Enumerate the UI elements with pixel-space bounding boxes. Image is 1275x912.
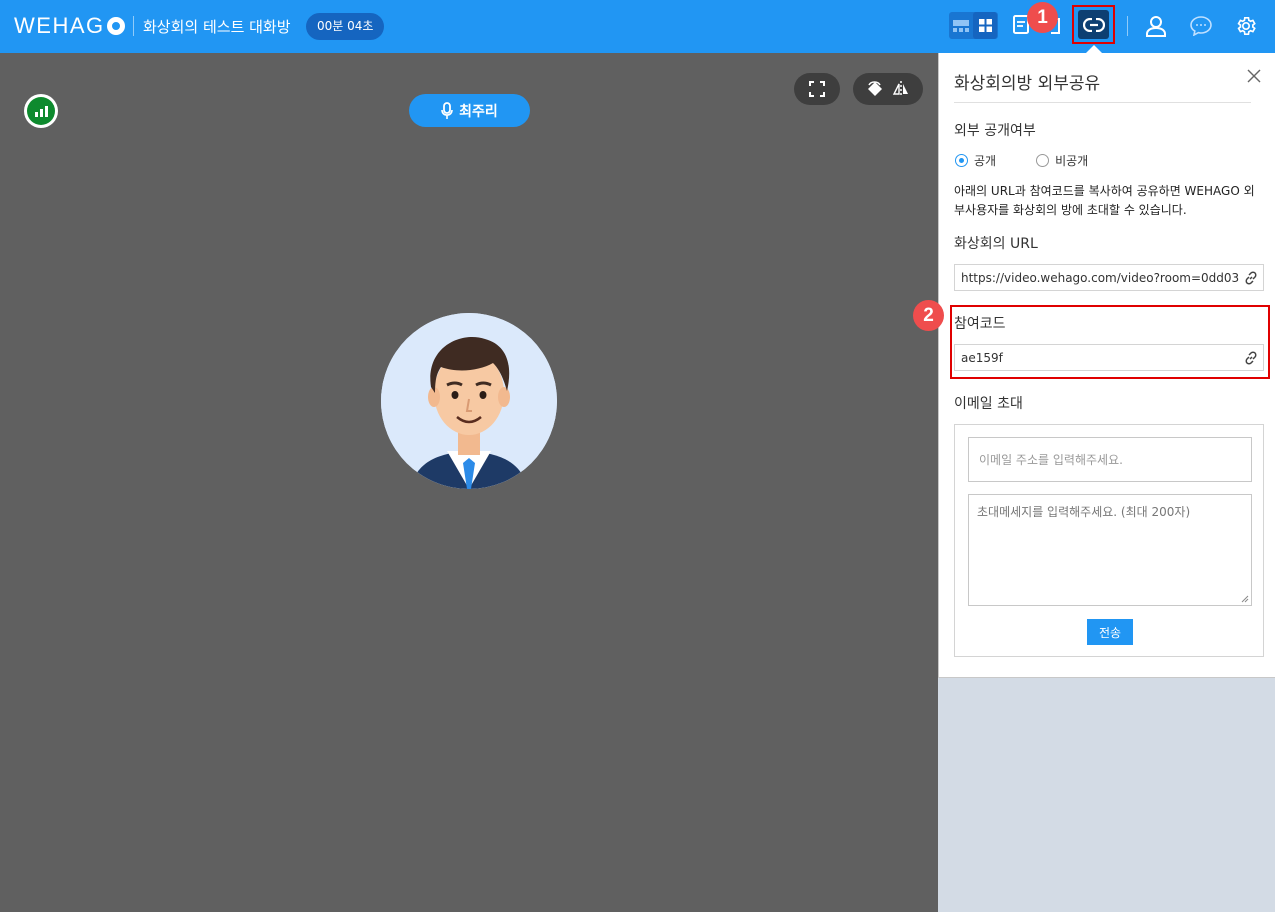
fullscreen-icon (809, 81, 825, 97)
link-button-inner (1078, 10, 1109, 39)
radio-private[interactable] (1036, 154, 1050, 167)
step-badge-2: 2 (913, 300, 944, 331)
header-divider (133, 16, 134, 36)
logo-text: WEHAG (14, 13, 105, 38)
radio-private-label[interactable]: 비공개 (1055, 152, 1088, 169)
rotate-camera-icon[interactable] (866, 80, 884, 98)
panel-backdrop (938, 678, 1275, 912)
speaker-layout-icon (953, 19, 969, 32)
layout-grid-button[interactable] (973, 12, 997, 39)
panel-pointer (1086, 45, 1102, 53)
panel-title: 화상회의방 외부공유 (954, 74, 1101, 94)
email-invite-label: 이메일 초대 (954, 396, 1023, 412)
resize-handle-icon[interactable] (1241, 595, 1249, 603)
mirror-flip-icon[interactable] (892, 80, 910, 98)
signal-bar (44, 106, 48, 117)
close-icon (1247, 69, 1261, 83)
copy-url-button[interactable] (1239, 265, 1263, 290)
signal-strength-indicator (24, 94, 58, 128)
header-divider-2 (1127, 16, 1128, 36)
visibility-options: 공개 비공개 (955, 152, 1088, 169)
signal-bar (39, 109, 43, 117)
send-invite-button[interactable]: 전송 (1087, 619, 1133, 645)
layout-speaker-button[interactable] (949, 12, 973, 39)
url-value[interactable]: https://video.wehago.com/video?room=0dd0… (961, 271, 1239, 285)
logo-o-mark (106, 17, 125, 35)
participant-avatar (381, 313, 557, 489)
email-invite-box: 이메일 주소를 입력해주세요. 초대메세지를 입력해주세요. (최대 200자)… (954, 424, 1264, 657)
invite-message-textarea[interactable]: 초대메세지를 입력해주세요. (최대 200자) (968, 494, 1252, 606)
link-icon (1082, 17, 1105, 32)
participants-button[interactable] (1144, 14, 1168, 38)
room-title: 화상회의 테스트 대화방 (143, 18, 291, 36)
user-icon (1146, 16, 1166, 37)
active-speaker-badge: 최주리 (409, 94, 530, 127)
step-badge-1: 1 (1027, 2, 1058, 33)
chat-button[interactable] (1189, 15, 1213, 37)
fullscreen-button[interactable] (794, 73, 840, 105)
gear-icon (1237, 17, 1256, 35)
radio-public-label[interactable]: 공개 (974, 152, 996, 169)
call-timer: 00분 04초 (306, 13, 385, 40)
settings-button[interactable] (1234, 14, 1258, 38)
video-stage: 최주리 (0, 53, 938, 912)
panel-divider (954, 102, 1251, 103)
top-bar: WEHAG 화상회의 테스트 대화방 00분 04초 1 (0, 0, 1275, 53)
code-section-highlight (950, 305, 1270, 379)
camera-controls[interactable] (853, 73, 923, 105)
invite-message-placeholder: 초대메세지를 입력해주세요. (최대 200자) (977, 505, 1191, 519)
signal-bars-icon (27, 97, 55, 125)
layout-toggle[interactable] (949, 12, 998, 39)
url-label: 화상회의 URL (954, 236, 1038, 252)
signal-bar (34, 112, 38, 117)
speaker-name: 최주리 (459, 103, 498, 120)
visibility-label: 외부 공개여부 (954, 123, 1036, 139)
email-address-input[interactable]: 이메일 주소를 입력해주세요. (968, 437, 1252, 482)
url-field[interactable]: https://video.wehago.com/video?room=0dd0… (954, 264, 1264, 291)
microphone-icon (441, 101, 453, 119)
grid-layout-icon (978, 19, 992, 32)
male-avatar-illustration (381, 313, 557, 489)
chat-bubble-icon (1190, 16, 1212, 36)
radio-public[interactable] (955, 154, 968, 167)
share-description: 아래의 URL과 참여코드를 복사하여 공유하면 WEHAGO 외부사용자를 화… (954, 184, 1255, 217)
external-share-link-button[interactable] (1072, 5, 1115, 44)
close-panel-button[interactable] (1245, 67, 1263, 85)
wehago-logo[interactable]: WEHAG (14, 13, 125, 39)
link-copy-icon (1245, 271, 1257, 284)
